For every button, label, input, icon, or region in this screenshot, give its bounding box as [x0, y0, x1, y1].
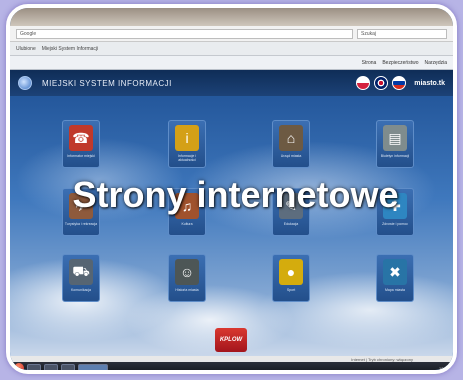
page-tab[interactable]: Miejski System Informacji [42, 46, 98, 52]
building-icon: ⌂ [279, 125, 303, 151]
tile-label: Komunikacja [70, 288, 92, 292]
tools-icon: ✖ [383, 259, 407, 285]
tile-komunikacja[interactable]: ⛟ Komunikacja [62, 254, 100, 302]
search-input[interactable]: Szukaj [357, 28, 447, 39]
site-header: MIEJSKI SYSTEM INFORMACJI miasto.tk [10, 70, 453, 96]
tile-label: Biuletyn informacji [380, 154, 410, 158]
tile-label: Urząd miasta [280, 154, 302, 158]
browser-address-bar: Google Szukaj [10, 26, 453, 42]
start-button-icon[interactable] [14, 363, 24, 370]
tile-label: Zdrowie i pomoc [382, 222, 408, 226]
tile-informacje[interactable]: i Informacje i aktualności [168, 120, 206, 168]
browser-title-bar [10, 8, 453, 26]
favorites-button[interactable]: Ulubione [16, 46, 36, 52]
tile-label: Kultura [181, 222, 193, 226]
ball-icon: ● [279, 259, 303, 285]
command-security[interactable]: Bezpieczeństwo [382, 60, 418, 66]
tile-label: Turystyka i rekreacja [64, 222, 98, 226]
taskbar-item-browser[interactable] [78, 363, 108, 370]
taskbar-item[interactable] [61, 363, 75, 370]
flag-ru-icon[interactable] [392, 76, 407, 90]
taskbar-item[interactable] [44, 363, 58, 370]
overlay-title: Strony internetowe [72, 174, 399, 215]
flag-en-icon[interactable] [374, 76, 389, 90]
tile-label: Mapa miasta [384, 288, 406, 292]
command-page[interactable]: Strona [362, 60, 377, 66]
status-text: Internet | Tryb chroniony: włączony [351, 356, 413, 362]
tile-informator[interactable]: ☎ Informator miejski [62, 120, 100, 168]
taskbar: 10:24 [10, 362, 453, 371]
address-input[interactable]: Google [16, 28, 353, 39]
tile-label: Historia miasta [175, 288, 199, 292]
tile-label: Informator miejski [67, 154, 95, 158]
tile-label: Informacje i aktualności [177, 154, 197, 162]
promo-logo[interactable]: KPLOW [215, 328, 247, 352]
tile-historia[interactable]: ☺ Historia miasta [168, 254, 206, 302]
site-brand: miasto.tk [414, 79, 445, 87]
flag-pl-icon[interactable] [356, 76, 371, 90]
favorites-bar: Ulubione Miejski System Informacji [10, 42, 453, 56]
info-desk-icon: ☎ [69, 125, 93, 151]
info-icon: i [175, 125, 199, 151]
taskbar-item[interactable] [27, 363, 41, 370]
tile-label: Edukacja [283, 222, 299, 226]
tile-biuletyn[interactable]: ▤ Biuletyn informacji [376, 120, 414, 168]
portrait-icon: ☺ [175, 259, 199, 285]
taskbar-clock: 10:24 [438, 365, 449, 371]
tile-sport[interactable]: ● Sport [272, 254, 310, 302]
site-title: MIEJSKI SYSTEM INFORMACJI [42, 78, 172, 88]
tile-urzad[interactable]: ⌂ Urząd miasta [272, 120, 310, 168]
site-logo-icon[interactable] [18, 76, 32, 90]
car-icon: ⛟ [69, 259, 93, 285]
tile-label: Sport [286, 288, 296, 292]
tile-mapa[interactable]: ✖ Mapa miasta [376, 254, 414, 302]
document-icon: ▤ [383, 125, 407, 151]
command-bar: Strona Bezpieczeństwo Narzędzia [10, 56, 453, 70]
screenshot-frame: Google Szukaj Ulubione Miejski System In… [6, 4, 457, 374]
command-tools[interactable]: Narzędzia [424, 60, 447, 66]
